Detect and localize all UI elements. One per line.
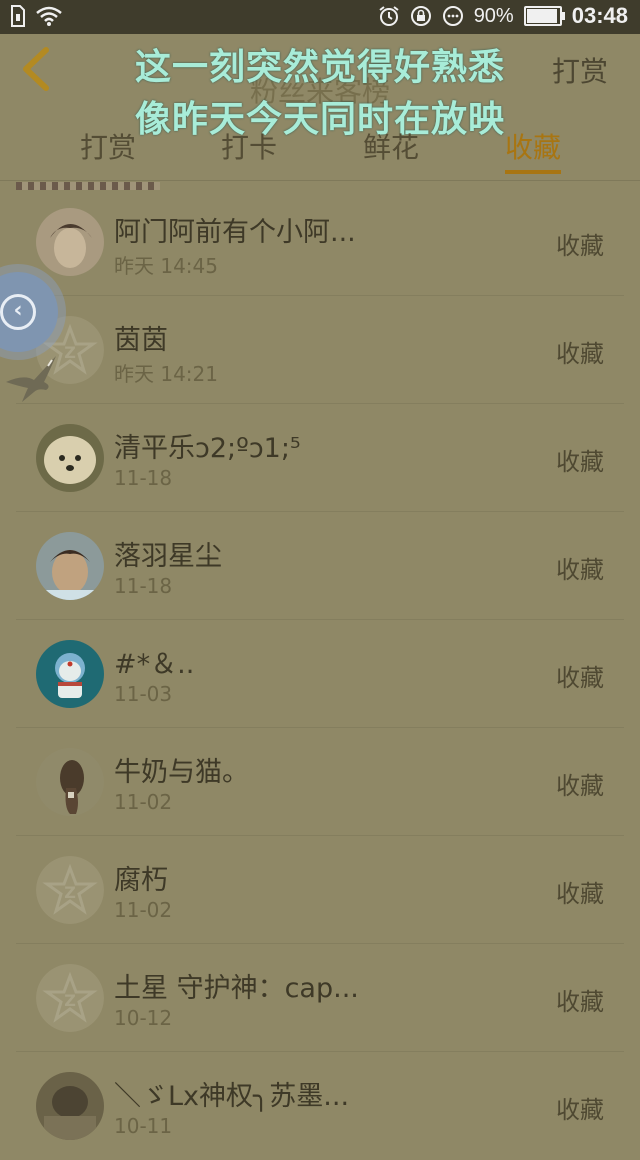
avatar — [36, 208, 104, 276]
list-item[interactable]: Z 腐朽 11-02 收藏 — [0, 836, 640, 944]
collapse-arrow-icon: ‹ — [0, 294, 36, 330]
avatar — [36, 1072, 104, 1140]
tab-reward[interactable]: 打赏 — [80, 126, 136, 166]
svg-text:Z: Z — [64, 883, 76, 902]
timestamp: 11-18 — [114, 466, 173, 490]
swallow-bird-icon — [6, 356, 56, 402]
battery-icon — [523, 6, 565, 26]
wifi-icon — [36, 6, 62, 26]
list-item[interactable]: 牛奶与猫。 11-02 收藏 — [0, 728, 640, 836]
sim-icon — [11, 5, 25, 27]
default-avatar-icon: Z — [36, 964, 104, 1032]
avatar — [36, 532, 104, 600]
message-icon — [442, 6, 463, 26]
timestamp: 昨天 14:21 — [114, 362, 218, 386]
battery-percent: 90% — [473, 4, 514, 27]
status-left-icons — [10, 5, 62, 27]
list-item[interactable]: 阿门阿前有个小阿... 昨天 14:45 收藏 — [0, 188, 640, 296]
favorite-label: 收藏 — [556, 448, 604, 476]
favorite-label: 收藏 — [556, 556, 604, 584]
favorite-label: 收藏 — [556, 664, 604, 692]
list-item[interactable]: 清平乐ↄ2;ºↄ1;⁵ 11-18 收藏 — [0, 404, 640, 512]
timestamp: 11-02 — [114, 898, 173, 922]
favorite-label: 收藏 — [556, 340, 604, 368]
alarm-icon — [379, 6, 399, 26]
favorite-label: 收藏 — [556, 988, 604, 1016]
svg-text:Z: Z — [64, 991, 76, 1010]
active-tab-indicator — [505, 170, 561, 174]
timestamp: 昨天 14:45 — [114, 254, 218, 278]
list-item[interactable]: ＼ゞLx神权╮苏墨... 10-11 收藏 — [0, 1052, 640, 1160]
clock: 03:48 — [571, 3, 628, 28]
list-item[interactable]: Z 茵茵 昨天 14:21 收藏 — [0, 296, 640, 404]
timestamp: 11-18 — [114, 574, 173, 598]
doraemon-avatar-icon — [36, 640, 104, 708]
avatar — [36, 424, 104, 492]
svg-text:Z: Z — [64, 343, 76, 362]
favorite-label: 收藏 — [556, 232, 604, 260]
user-name: 落羽星尘 — [114, 541, 222, 572]
user-name: 牛奶与猫。 — [114, 757, 249, 788]
rotation-lock-icon — [410, 6, 431, 26]
tab-checkin[interactable]: 打卡 — [221, 126, 277, 166]
default-avatar-icon: Z — [36, 856, 104, 924]
list-item[interactable]: Z 土星 守护神：cap... 10-12 收藏 — [0, 944, 640, 1052]
list-item[interactable]: #*＆.. 11-03 收藏 — [0, 620, 640, 728]
overlay-lyric-line-1: 这一刻突然觉得好熟悉 — [134, 47, 505, 88]
favorite-label: 收藏 — [556, 1096, 604, 1124]
timestamp: 11-03 — [114, 682, 173, 706]
user-name: 土星 守护神：cap... — [114, 973, 359, 1004]
favorite-label: 收藏 — [556, 772, 604, 800]
status-right-icons: 90% 03:48 — [378, 3, 628, 29]
user-name: 阿门阿前有个小阿... — [114, 217, 356, 248]
favorite-label: 收藏 — [556, 880, 604, 908]
user-name: 茵茵 — [114, 325, 168, 356]
user-name: ＼ゞLx神权╮苏墨... — [114, 1081, 350, 1112]
battery-fill — [526, 9, 558, 23]
user-name: #*＆.. — [114, 649, 195, 680]
user-name: 腐朽 — [114, 865, 168, 896]
list-item[interactable]: 落羽星尘 11-18 收藏 — [0, 512, 640, 620]
timestamp: 10-12 — [114, 1006, 173, 1030]
tab-flowers[interactable]: 鲜花 — [363, 126, 419, 166]
avatar — [36, 748, 104, 816]
timestamp: 11-02 — [114, 790, 173, 814]
user-name: 清平乐ↄ2;ºↄ1;⁵ — [114, 433, 301, 464]
status-bar: 90% 03:48 — [0, 0, 640, 34]
tab-favorites[interactable]: 收藏 — [505, 126, 561, 166]
timestamp: 10-11 — [114, 1114, 173, 1138]
